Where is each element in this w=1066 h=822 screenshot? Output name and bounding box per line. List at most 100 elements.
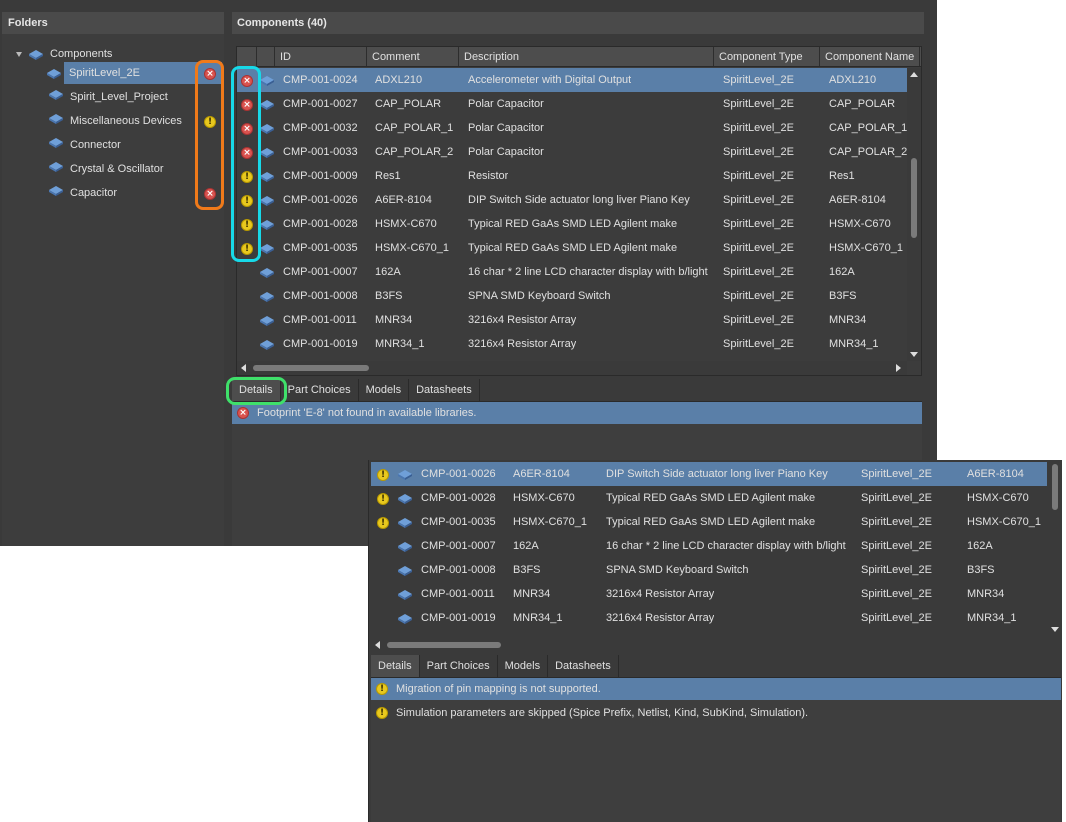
cell-type: SpiritLevel_2E [723, 242, 794, 254]
table-row[interactable]: ! CMP-001-0035 HSMX-C670_1 Typical RED GaAs… [237, 236, 907, 260]
cell-comment: CAP_POLAR_2 [375, 146, 454, 158]
col-component-name[interactable]: Component Name [820, 47, 920, 66]
cell-name: B3FS [967, 564, 995, 576]
folder-item-label: Capacitor [70, 187, 118, 199]
cell-id: CMP-001-0035 [421, 516, 496, 528]
table-row[interactable]: ! CMP-001-0026 A6ER-8104 DIP Switch Side ac… [237, 188, 907, 212]
cell-type: SpiritLevel_2E [723, 290, 794, 302]
front-tab-datasheets[interactable]: Datasheets [548, 655, 619, 677]
front-tab-details[interactable]: Details [371, 655, 420, 677]
cell-comment: 162A [513, 540, 539, 552]
scroll-down-icon[interactable] [910, 352, 918, 357]
cell-id: CMP-001-0032 [283, 122, 358, 134]
col-component-type[interactable]: Component Type [714, 47, 820, 66]
cell-name: MNR34 [967, 588, 1005, 600]
table-row[interactable]: CMP-001-0007 162A 16 char * 2 line LCD cha… [237, 260, 907, 284]
table-row[interactable]: × CMP-001-0032 CAP_POLAR_1 Polar Capacitor S… [237, 116, 907, 140]
cell-id: CMP-001-0007 [421, 540, 496, 552]
table-row[interactable]: × CMP-001-0024 ADXL210 Accelerometer with D… [237, 68, 907, 92]
vertical-scrollbar[interactable] [907, 68, 921, 361]
col-description[interactable]: Description [459, 47, 714, 66]
scroll-left-icon[interactable] [241, 364, 246, 372]
table-row[interactable]: CMP-001-0019 MNR34_1 3216x4 Resistor Array… [237, 332, 907, 356]
front-scroll-down-icon[interactable] [1051, 627, 1059, 632]
components-window-front: ! CMP-001-0026 A6ER-8104 DIP Switch Side ac… [368, 460, 1062, 822]
front-tab-part-choices[interactable]: Part Choices [419, 655, 498, 677]
table-row[interactable]: CMP-001-0007 162A 16 char * 2 line LCD cha… [371, 534, 1047, 558]
cell-name: CAP_POLAR_2 [829, 146, 908, 158]
col-status[interactable] [237, 47, 257, 66]
component-icon [48, 158, 64, 180]
col-id[interactable]: ID [275, 47, 367, 66]
expand-icon[interactable] [16, 51, 22, 57]
warning-icon: ! [376, 707, 388, 719]
component-icon [397, 492, 413, 507]
cell-id: CMP-001-0011 [421, 588, 495, 600]
tree-root[interactable]: Components [16, 46, 112, 62]
tab-part-choices[interactable]: Part Choices [280, 379, 359, 401]
cell-description: 16 char * 2 line LCD character display w… [606, 540, 846, 552]
table-row[interactable]: ! CMP-001-0035 HSMX-C670_1 Typical RED GaAs… [371, 510, 1047, 534]
scroll-up-icon[interactable] [910, 72, 918, 77]
table-row[interactable]: × CMP-001-0027 CAP_POLAR Polar Capacitor Spi… [237, 92, 907, 116]
folder-status-highlight [195, 60, 224, 210]
component-icon [397, 540, 413, 555]
component-icon [259, 242, 275, 257]
cell-id: CMP-001-0019 [283, 338, 358, 350]
front-scroll-left-icon[interactable] [375, 641, 380, 649]
cell-type: SpiritLevel_2E [861, 612, 932, 624]
component-icon [48, 134, 64, 156]
front-horizontal-scrollbar[interactable] [371, 638, 1047, 652]
tab-datasheets[interactable]: Datasheets [409, 379, 480, 401]
hscroll-thumb[interactable] [253, 365, 369, 371]
cell-description: DIP Switch Side actuator long liver Pian… [606, 468, 828, 480]
cell-comment: Res1 [375, 170, 401, 182]
front-hscroll-thumb[interactable] [387, 642, 501, 648]
cell-description: SPNA SMD Keyboard Switch [606, 564, 749, 576]
component-icon [259, 338, 275, 353]
row-status-highlight [231, 66, 261, 262]
table-row[interactable]: CMP-001-0008 B3FS SPNA SMD Keyboard Switch… [371, 558, 1047, 582]
cell-id: CMP-001-0026 [283, 194, 358, 206]
table-row[interactable]: CMP-001-0011 MNR34 3216x4 Resistor Array Sp… [237, 308, 907, 332]
detail-message[interactable]: × Footprint 'E-8' not found in available … [232, 402, 922, 424]
component-icon [259, 170, 275, 185]
detail-message-text: Migration of pin mapping is not supporte… [396, 683, 601, 695]
grid-header: ID Comment Description Component Type Co… [237, 47, 921, 67]
table-row[interactable]: CMP-001-0008 B3FS SPNA SMD Keyboard Switch… [237, 284, 907, 308]
table-row[interactable]: ! CMP-001-0028 HSMX-C670 Typical RED GaAs S… [371, 486, 1047, 510]
cell-description: 3216x4 Resistor Array [468, 338, 577, 350]
table-row[interactable]: CMP-001-0011 MNR34 3216x4 Resistor Array Sp… [371, 582, 1047, 606]
table-row[interactable]: ! CMP-001-0028 HSMX-C670 Typical RED GaAs S… [237, 212, 907, 236]
table-row[interactable]: × CMP-001-0033 CAP_POLAR_2 Polar Capacitor S… [237, 140, 907, 164]
col-comment[interactable]: Comment [367, 47, 459, 66]
folder-item-label: Spirit_Level_Project [70, 91, 168, 103]
tab-models[interactable]: Models [358, 379, 410, 401]
horizontal-scrollbar[interactable] [237, 361, 907, 375]
folder-item-label: SpiritLevel_2E [69, 67, 140, 79]
cell-name: 162A [829, 266, 855, 278]
table-row[interactable]: CMP-001-0019 MNR34_1 3216x4 Resistor Array… [371, 606, 1047, 630]
cell-name: CAP_POLAR [829, 98, 896, 110]
component-icon [259, 194, 275, 209]
cell-id: CMP-001-0007 [283, 266, 358, 278]
cell-comment: A6ER-8104 [513, 468, 570, 480]
cell-type: SpiritLevel_2E [723, 146, 794, 158]
cell-id: CMP-001-0028 [283, 218, 358, 230]
component-icon [259, 98, 275, 113]
cell-description: Polar Capacitor [468, 98, 544, 110]
cell-description: 3216x4 Resistor Array [606, 588, 715, 600]
table-row[interactable]: ! CMP-001-0026 A6ER-8104 DIP Switch Side ac… [371, 462, 1047, 486]
col-icon[interactable] [257, 47, 275, 66]
cell-name: HSMX-C670 [967, 492, 1029, 504]
front-tab-models[interactable]: Models [497, 655, 549, 677]
cell-id: CMP-001-0028 [421, 492, 496, 504]
scroll-right-icon[interactable] [896, 364, 901, 372]
table-row[interactable]: ! CMP-001-0009 Res1 Resistor SpiritLevel_2E R… [237, 164, 907, 188]
front-scroll-thumb[interactable] [1052, 464, 1058, 510]
cell-description: SPNA SMD Keyboard Switch [468, 290, 611, 302]
scroll-thumb[interactable] [911, 158, 917, 238]
detail-message[interactable]: ! Simulation parameters are skipped (Spic… [371, 702, 1061, 724]
detail-message[interactable]: ! Migration of pin mapping is not support… [371, 678, 1061, 700]
front-vertical-scrollbar[interactable] [1048, 460, 1062, 636]
